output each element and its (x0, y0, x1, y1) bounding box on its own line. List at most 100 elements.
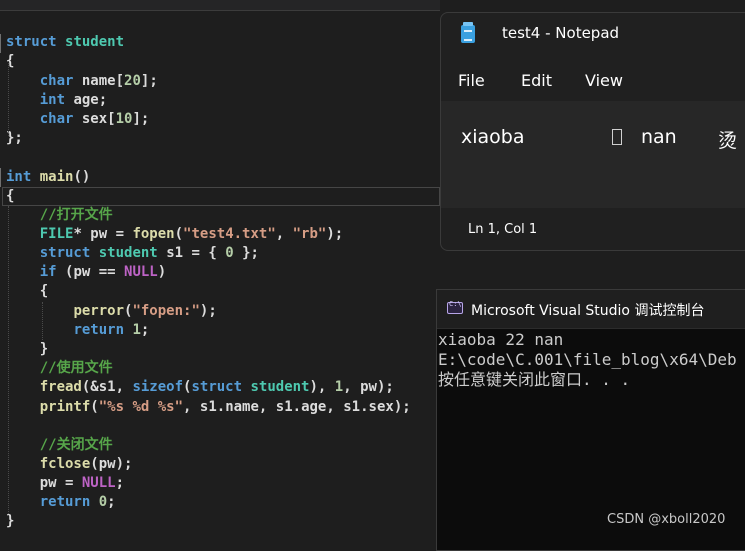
console-title: Microsoft Visual Studio 调试控制台 (471, 303, 705, 319)
notepad-window[interactable]: test4 - Notepad File Edit View xiaoba na… (440, 12, 745, 251)
code-token: ); (376, 379, 394, 395)
code-token: ; (98, 92, 108, 108)
menu-file[interactable]: File (458, 71, 485, 90)
code-line[interactable]: //打开文件 (6, 206, 113, 225)
code-token: 10 (115, 111, 133, 127)
code-token: pw (39, 475, 57, 491)
code-token: pw (360, 379, 377, 395)
code-token: 1 (334, 379, 344, 395)
fold-marker[interactable] (0, 34, 4, 53)
fold-marker[interactable] (0, 168, 4, 187)
code-token: pw (73, 264, 91, 280)
code-line[interactable]: char name[20]; (6, 72, 158, 91)
code-token: student (98, 245, 158, 261)
code-line[interactable]: { (6, 187, 14, 206)
watermark: CSDN @xboll2020 (607, 512, 726, 527)
code-token: FILE (39, 226, 74, 242)
notepad-text-area[interactable]: xiaoba nan 烫 (441, 101, 745, 208)
code-token: ); (115, 456, 133, 472)
code-line[interactable]: printf("%s %d %s", s1.name, s1.age, s1.s… (6, 398, 411, 417)
code-line[interactable]: perror("fopen:"); (6, 302, 216, 321)
code-token: "fopen:" (132, 303, 200, 319)
code-token: s1 (275, 399, 293, 415)
code-token: "test4.txt" (183, 226, 276, 242)
code-token: } (6, 341, 49, 357)
code-token: //打开文件 (39, 207, 113, 223)
code-token: sex (81, 111, 108, 127)
code-token: , (326, 399, 344, 415)
code-line[interactable]: if (pw == NULL) (6, 263, 166, 282)
code-line[interactable]: fread(&s1, sizeof(struct student), 1, pw… (6, 378, 394, 397)
menu-edit[interactable]: Edit (521, 71, 552, 90)
code-token: if (39, 264, 57, 280)
console-app-icon: C:\ (447, 300, 463, 314)
code-line[interactable]: } (6, 340, 48, 359)
code-line[interactable]: fclose(pw); (6, 455, 133, 474)
editor-top-strip (0, 0, 440, 11)
notepad-icon (461, 22, 475, 43)
notepad-titlebar[interactable]: test4 - Notepad (441, 13, 745, 57)
code-token: student (250, 379, 310, 395)
code-token: "%s %d %s" (98, 399, 184, 415)
code-line[interactable]: pw = NULL; (6, 474, 124, 493)
console-output-line: 按任意键关闭此窗口. . . (438, 370, 631, 389)
code-line[interactable]: struct student (6, 33, 124, 52)
code-token: student (65, 34, 125, 50)
code-token: ); (326, 226, 344, 242)
code-token: sex (368, 399, 394, 415)
code-token: struct (39, 245, 91, 261)
code-token: , (275, 226, 293, 242)
code-token: () (73, 169, 91, 185)
code-token: ( (56, 264, 74, 280)
code-token: 0 (225, 245, 234, 261)
code-line[interactable]: FILE* pw = fopen("test4.txt", "rb"); (6, 225, 343, 244)
code-line[interactable]: //使用文件 (6, 359, 113, 378)
code-token: 20 (124, 73, 141, 89)
code-token: 1 (132, 322, 141, 338)
code-token: NULL (81, 475, 116, 491)
current-line-highlight (2, 187, 440, 206)
console-titlebar[interactable]: C:\ Microsoft Visual Studio 调试控制台 (437, 290, 745, 329)
code-line[interactable]: return 0; (6, 493, 116, 512)
console-icon-label: C:\ (449, 300, 462, 308)
code-token: * (73, 226, 91, 242)
code-line[interactable]: { (6, 282, 48, 301)
code-line[interactable]: int age; (6, 91, 107, 110)
code-line[interactable]: //关闭文件 (6, 436, 113, 455)
code-token: ( (90, 456, 99, 472)
code-token: { (6, 188, 15, 204)
code-token: , (115, 379, 133, 395)
code-line[interactable]: struct student s1 = { 0 }; (6, 244, 259, 263)
code-token: "rb" (292, 226, 327, 242)
code-token: s1 (199, 399, 217, 415)
code-token: struct (6, 34, 57, 50)
code-token: fopen (132, 226, 175, 242)
code-token: ) (157, 264, 167, 280)
code-line[interactable]: char sex[10]; (6, 110, 150, 129)
code-token: ]; (140, 73, 158, 89)
console-output-line: E:\code\C.001\file_blog\x64\Deb (438, 350, 737, 369)
code-line[interactable]: int main() (6, 168, 90, 187)
code-token: ; (115, 475, 125, 491)
code-token: //使用文件 (39, 360, 113, 376)
code-token: ; (107, 494, 116, 510)
code-token: int (6, 169, 32, 185)
console-output-line: xiaoba 22 nan (438, 330, 564, 349)
code-token: //关闭文件 (39, 437, 113, 453)
code-token: 0 (98, 494, 108, 510)
code-line[interactable]: return 1; (6, 321, 149, 340)
menu-view[interactable]: View (585, 71, 623, 90)
notepad-title: test4 - Notepad (502, 24, 620, 42)
code-token: == (90, 264, 125, 280)
